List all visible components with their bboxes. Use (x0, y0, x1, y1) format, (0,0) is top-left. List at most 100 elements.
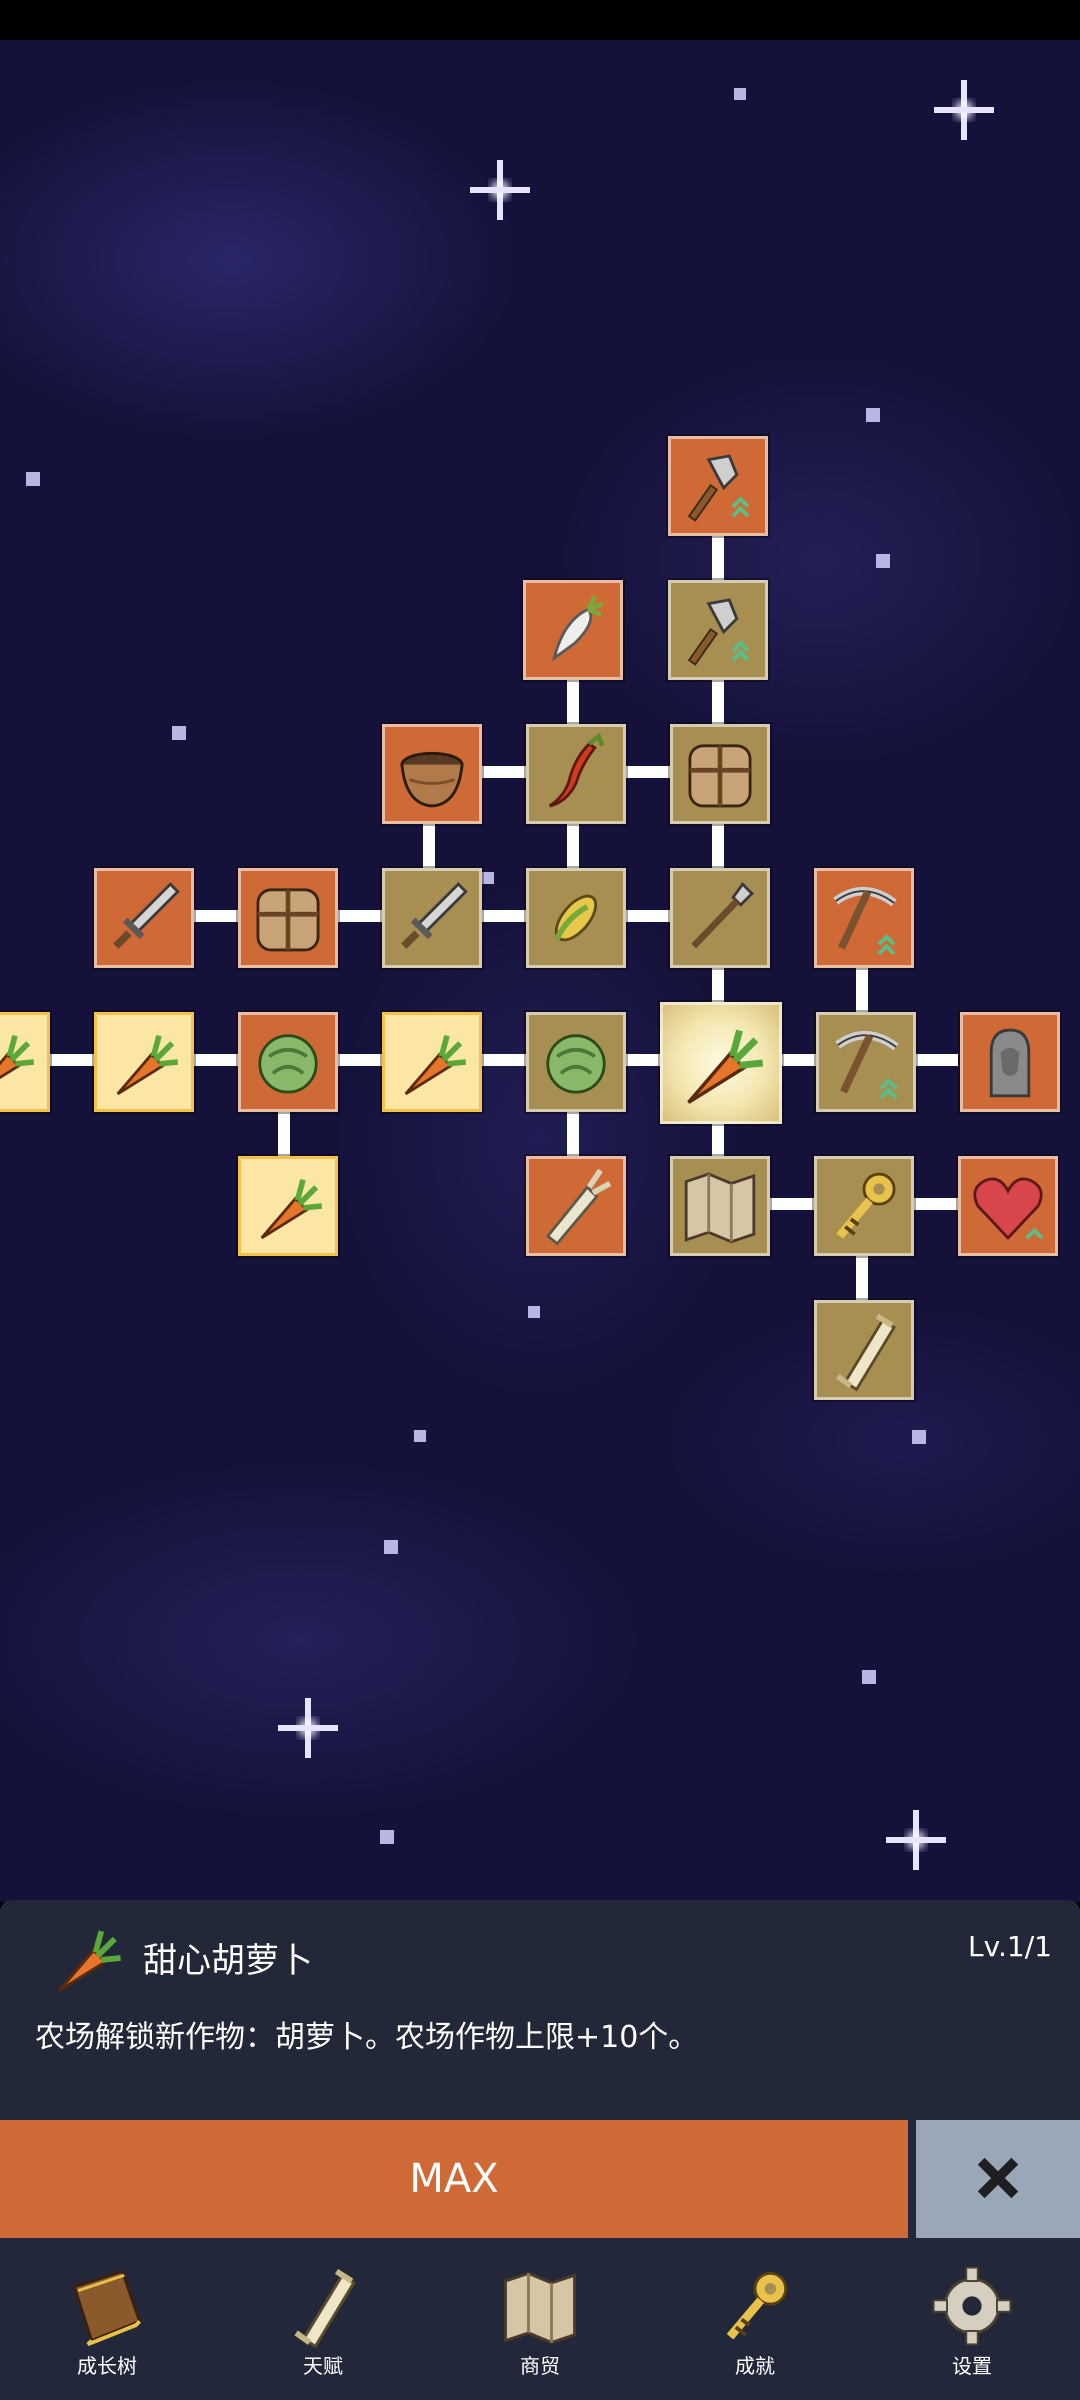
connector (278, 1112, 290, 1156)
skill-node-heart[interactable] (958, 1156, 1058, 1256)
star (912, 1430, 926, 1444)
star (528, 1306, 540, 1318)
sparkle-star (886, 1810, 946, 1870)
nav-item-trade[interactable]: 商贸 (480, 2258, 600, 2388)
connector (423, 824, 435, 868)
cabbage-icon (529, 1015, 623, 1109)
skill-node-backpack-left[interactable] (238, 868, 338, 968)
nav-label: 商贸 (520, 2354, 560, 2378)
scroll-icon (275, 2258, 371, 2354)
carrot-icon (38, 1910, 134, 2006)
sparkle-star (278, 1698, 338, 1758)
connector (770, 1198, 814, 1210)
statue-icon (963, 1015, 1057, 1109)
connector (567, 824, 579, 868)
skill-node-sword[interactable] (382, 868, 482, 968)
connector (482, 766, 526, 778)
connector (712, 536, 724, 580)
connector (914, 1198, 958, 1210)
connector (567, 680, 579, 724)
nav-item-talent[interactable]: 天赋 (263, 2258, 383, 2388)
status-bar (0, 0, 1080, 40)
carrot-icon (385, 1015, 479, 1109)
connector (856, 968, 868, 1012)
max-button[interactable]: MAX (0, 2120, 908, 2238)
nav-label: 成就 (735, 2354, 775, 2378)
connector (712, 1120, 724, 1156)
close-button[interactable] (916, 2120, 1080, 2238)
skill-node-corn[interactable] (526, 868, 626, 968)
connector (567, 1112, 579, 1156)
backpack-icon (673, 727, 767, 821)
wooden-bowl-icon (385, 727, 479, 821)
skill-node-white-radish[interactable] (523, 580, 623, 680)
skill-node-scroll[interactable] (814, 1300, 914, 1400)
skill-node-carrot-1[interactable] (94, 1012, 194, 1112)
star (380, 1830, 394, 1844)
shovel-icon (671, 439, 765, 533)
star (414, 1430, 426, 1442)
cabbage-icon (241, 1015, 335, 1109)
skill-node-cabbage-1[interactable] (238, 1012, 338, 1112)
gear-icon (924, 2258, 1020, 2354)
map-icon (673, 1159, 767, 1253)
pickaxe-icon (819, 1015, 913, 1109)
nav-item-settings[interactable]: 设置 (912, 2258, 1032, 2388)
skill-node-backpack-top[interactable] (670, 724, 770, 824)
skill-tree-canvas[interactable] (0, 40, 1080, 1902)
sword-icon (97, 871, 191, 965)
skill-node-spear[interactable] (670, 868, 770, 968)
skill-node-statue[interactable] (960, 1012, 1060, 1112)
skill-title: 甜心胡萝卜 (143, 1941, 313, 1981)
connector (626, 766, 670, 778)
map-icon (492, 2258, 588, 2354)
key-icon (817, 1159, 911, 1253)
spear-icon (673, 871, 767, 965)
skill-node-sweet-carrot-selected[interactable] (660, 1002, 782, 1124)
skill-node-cabbage-2[interactable] (526, 1012, 626, 1112)
skill-node-wooden-bowl[interactable] (382, 724, 482, 824)
nav-label: 设置 (952, 2354, 992, 2378)
star (482, 872, 494, 884)
sword-icon (385, 871, 479, 965)
skill-node-chili-pepper[interactable] (526, 724, 626, 824)
connector (712, 680, 724, 724)
white-radish-icon (526, 583, 620, 677)
pickaxe-icon (817, 871, 911, 965)
connector (482, 1054, 526, 1066)
connector (856, 1256, 868, 1300)
carrot-icon (241, 1159, 335, 1253)
skill-node-map[interactable] (670, 1156, 770, 1256)
skill-level: Lv.1/1 (968, 1930, 1052, 1963)
skill-node-leek[interactable] (526, 1156, 626, 1256)
skill-node-pickaxe[interactable] (816, 1012, 916, 1112)
carrot-icon (0, 1015, 47, 1109)
connector (338, 910, 382, 922)
skill-node-carrot-2[interactable] (382, 1012, 482, 1112)
book-icon (59, 2258, 155, 2354)
skill-node-sword-left[interactable] (94, 868, 194, 968)
connector (194, 910, 238, 922)
sparkle-star (934, 80, 994, 140)
sparkle-star (470, 160, 530, 220)
nav-item-growth-tree[interactable]: 成长树 (47, 2258, 167, 2388)
skill-node-carrot-edge[interactable] (0, 1012, 50, 1112)
skill-node-shovel-upgrade[interactable] (668, 436, 768, 536)
star (734, 88, 746, 100)
star (26, 472, 40, 486)
heart-icon (961, 1159, 1055, 1253)
skill-node-carrot-3[interactable] (238, 1156, 338, 1256)
connector (712, 824, 724, 868)
connector (914, 1054, 958, 1066)
game-screen: 甜心胡萝卜 Lv.1/1 农场解锁新作物：胡萝卜。农场作物上限+10个。 MAX… (0, 0, 1080, 2400)
connector (482, 910, 526, 922)
connector (50, 1054, 94, 1066)
connector (338, 1054, 382, 1066)
skill-node-pickaxe-upgrade[interactable] (814, 868, 914, 968)
skill-node-key[interactable] (814, 1156, 914, 1256)
star (876, 554, 890, 568)
corn-icon (529, 871, 623, 965)
connector (780, 1054, 820, 1066)
skill-node-shovel[interactable] (668, 580, 768, 680)
nav-item-achievement[interactable]: 成就 (695, 2258, 815, 2388)
